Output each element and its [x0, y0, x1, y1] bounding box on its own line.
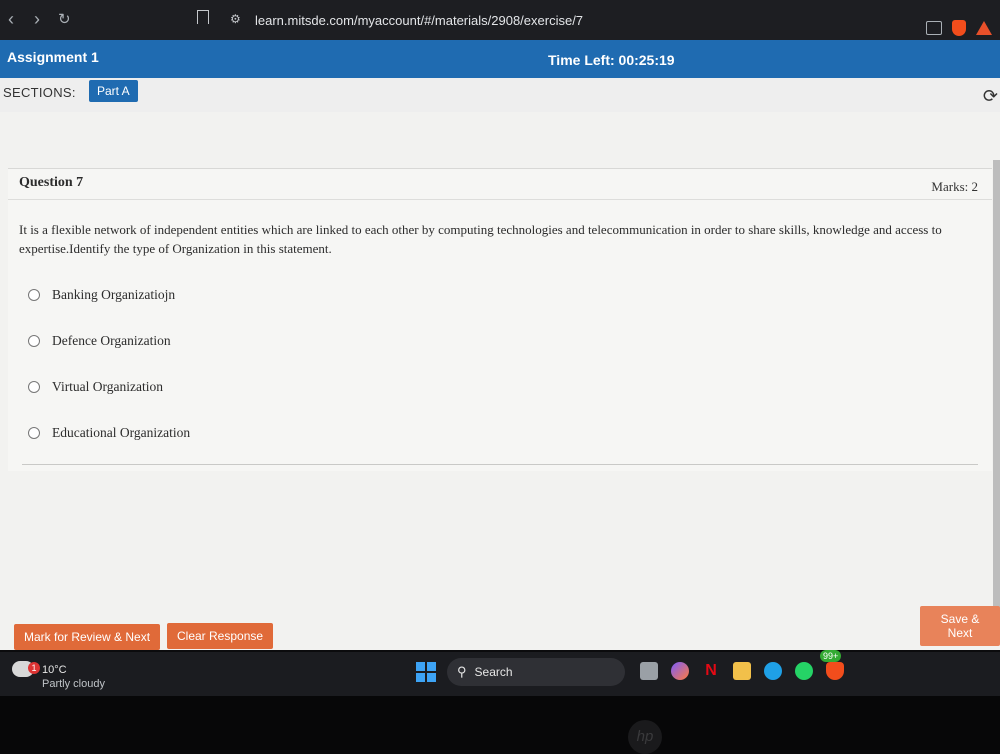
- browser-toolbar: ‹ › ↻ ⚙ learn.mitsde.com/myaccount/#/mat…: [0, 0, 1000, 40]
- weather-desc[interactable]: Partly cloudy: [42, 678, 105, 690]
- task-view-icon[interactable]: [640, 662, 658, 680]
- option-label: Virtual Organization: [52, 379, 164, 394]
- taskbar-apps: N: [640, 662, 844, 680]
- extension-icons: [926, 20, 992, 36]
- refresh-icon[interactable]: ⟳: [983, 86, 998, 107]
- question-number: Question 7: [19, 175, 84, 190]
- windows-start-icon[interactable]: [416, 662, 436, 682]
- reload-icon[interactable]: ↻: [58, 10, 71, 28]
- question-area: Question 7 Marks: 2 It is a flexible net…: [0, 112, 1000, 650]
- share-icon[interactable]: [926, 21, 942, 35]
- radio-button[interactable]: [28, 427, 40, 439]
- option-4[interactable]: Educational Organization: [28, 425, 190, 441]
- time-left-timer: Time Left: 00:25:19: [548, 52, 675, 68]
- site-settings-icon[interactable]: ⚙: [230, 12, 241, 26]
- save-and-next-button[interactable]: Save & Next: [920, 606, 1000, 646]
- option-2[interactable]: Defence Organization: [28, 333, 171, 349]
- question-marks: Marks: 2: [931, 179, 978, 194]
- hp-logo: hp: [628, 720, 662, 754]
- option-label: Banking Organizatiojn: [52, 287, 176, 302]
- file-explorer-icon[interactable]: [733, 662, 751, 680]
- tab-part-a[interactable]: Part A: [89, 80, 138, 102]
- radio-button[interactable]: [28, 335, 40, 347]
- sections-label: SECTIONS:: [3, 85, 76, 100]
- brave-rewards-icon[interactable]: [976, 21, 992, 35]
- clear-response-button[interactable]: Clear Response: [167, 623, 274, 649]
- weather-temp[interactable]: 10°C: [42, 664, 67, 676]
- option-label: Educational Organization: [52, 425, 191, 440]
- bookmark-icon[interactable]: [197, 10, 209, 24]
- brave-shield-icon[interactable]: [952, 20, 966, 36]
- laptop-bezel: [0, 696, 1000, 750]
- back-icon[interactable]: ‹: [8, 9, 14, 30]
- taskbar-search[interactable]: ⚲ Search: [447, 658, 625, 686]
- brave-browser-icon[interactable]: [826, 662, 844, 680]
- search-label: Search: [474, 665, 513, 679]
- windows-taskbar: 1 10°C Partly cloudy ⚲ Search N 99+: [0, 650, 1000, 696]
- weather-alert-badge: 1: [28, 662, 40, 674]
- option-1[interactable]: Banking Organizatiojn: [28, 287, 175, 303]
- mark-for-review-button[interactable]: Mark for Review & Next: [14, 624, 161, 650]
- question-card: Question 7 Marks: 2 It is a flexible net…: [8, 168, 992, 471]
- option-label: Defence Organization: [52, 333, 171, 348]
- edge-icon[interactable]: [764, 662, 782, 680]
- exam-header: Assignment 1 Time Left: 00:25:19: [0, 40, 1000, 78]
- copilot-icon[interactable]: [671, 662, 689, 680]
- sections-bar: SECTIONS: Part A ⟳: [0, 78, 1000, 113]
- whatsapp-icon[interactable]: [795, 662, 813, 680]
- assignment-title: Assignment 1: [7, 49, 99, 65]
- radio-button[interactable]: [28, 289, 40, 301]
- address-bar[interactable]: learn.mitsde.com/myaccount/#/materials/2…: [255, 13, 583, 28]
- content-divider: [22, 464, 978, 465]
- notification-badge: 99+: [820, 650, 842, 662]
- netflix-icon[interactable]: N: [702, 662, 720, 680]
- radio-button[interactable]: [28, 381, 40, 393]
- question-text: It is a flexible network of independent …: [19, 222, 942, 256]
- forward-icon[interactable]: ›: [34, 9, 40, 30]
- option-3[interactable]: Virtual Organization: [28, 379, 163, 395]
- search-icon: ⚲: [457, 664, 467, 679]
- question-divider: [8, 199, 992, 200]
- scrollbar[interactable]: [993, 160, 1000, 622]
